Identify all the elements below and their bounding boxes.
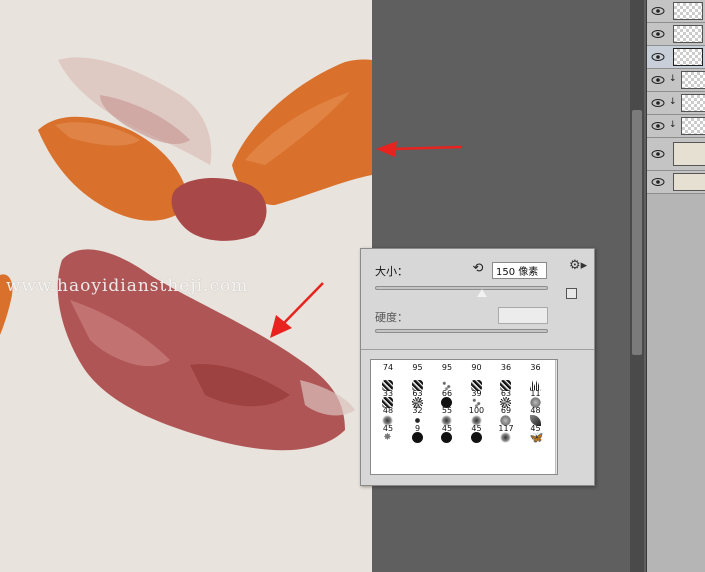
- brush-preset[interactable]: 9: [405, 414, 431, 433]
- brush-preset[interactable]: 11: [523, 379, 549, 398]
- brush-size-label: 95: [441, 363, 453, 372]
- brush-preset[interactable]: 45: [434, 414, 460, 433]
- eye-icon[interactable]: [651, 6, 665, 16]
- brush-preset[interactable]: 48: [375, 396, 401, 415]
- scrollbar-thumb[interactable]: [632, 110, 642, 355]
- layer-thumbnail: [673, 48, 703, 66]
- brush-preset[interactable]: 90: [464, 361, 490, 379]
- eye-icon[interactable]: [651, 121, 665, 131]
- brush-preset[interactable]: 63: [493, 379, 519, 398]
- brush-size-label: 95: [412, 363, 423, 372]
- layer-thumbnail: [673, 173, 705, 191]
- document-canvas[interactable]: www.haoyidianstheji.com: [0, 0, 372, 572]
- brush-preset[interactable]: 33: [375, 379, 401, 398]
- brush-preset[interactable]: 32: [405, 396, 431, 415]
- brush-preset[interactable]: [464, 431, 490, 449]
- layer-thumbnail: [681, 71, 705, 89]
- brush-tip-icon: 🦋: [529, 431, 544, 444]
- brush-preset[interactable]: 36: [493, 361, 519, 379]
- eye-icon[interactable]: [651, 52, 665, 62]
- clipping-mask-icon: ↓: [669, 74, 677, 84]
- brush-tip-icon: ✸: [383, 432, 392, 443]
- layer-row[interactable]: [647, 23, 705, 46]
- brush-preset[interactable]: 45: [523, 414, 549, 433]
- size-slider-thumb[interactable]: [477, 289, 488, 297]
- layer-row[interactable]: [647, 138, 705, 171]
- workspace-scrollbar[interactable]: [630, 0, 644, 572]
- layer-thumbnail: [673, 142, 705, 166]
- eye-icon[interactable]: [651, 75, 665, 85]
- brush-preset[interactable]: ✸: [375, 431, 401, 449]
- brush-tip-icon: [441, 432, 452, 443]
- brush-preset[interactable]: 69: [493, 396, 519, 415]
- brush-size-label: 74: [382, 363, 394, 372]
- scroll-down-icon[interactable]: ▼: [557, 465, 558, 473]
- layer-row[interactable]: [647, 0, 705, 23]
- brush-preset[interactable]: 66: [434, 379, 460, 398]
- hardness-label: 硬度：: [375, 311, 408, 324]
- new-preset-icon[interactable]: [566, 288, 577, 299]
- brush-tip-icon: [500, 432, 511, 443]
- divider: [361, 349, 594, 350]
- hardness-input[interactable]: [498, 307, 548, 324]
- brush-preset[interactable]: 55: [434, 396, 460, 415]
- clipping-mask-icon: ↓: [669, 120, 677, 130]
- brush-preset-picker: 大小： ⟲ ⚙▸ 硬度： 749595903636336366396311483…: [360, 248, 595, 486]
- brush-preset[interactable]: [434, 431, 460, 449]
- brush-preset[interactable]: [493, 431, 519, 449]
- preset-list-scrollbar[interactable]: ▲ ▼: [555, 360, 558, 474]
- brush-preset[interactable]: 48: [523, 396, 549, 415]
- layer-thumbnail: [681, 94, 705, 112]
- layer-thumbnail: [673, 25, 703, 43]
- layer-thumbnail: [681, 117, 705, 135]
- reset-icon[interactable]: ⟲: [470, 261, 486, 277]
- scroll-thumb[interactable]: [557, 417, 558, 433]
- brush-preset[interactable]: 117: [493, 414, 519, 433]
- brush-preset[interactable]: 39: [464, 379, 490, 398]
- brush-preset[interactable]: 36: [523, 361, 549, 379]
- brush-preset[interactable]: 95: [434, 361, 460, 379]
- eye-icon[interactable]: [651, 177, 665, 187]
- eye-icon[interactable]: [651, 149, 665, 159]
- brush-preset[interactable]: [405, 431, 431, 449]
- layer-row[interactable]: ↓: [647, 69, 705, 92]
- layer-thumbnail: [673, 2, 703, 20]
- layers-panel: ↓ ↓ ↓: [646, 0, 705, 572]
- brush-preset[interactable]: 100: [464, 396, 490, 415]
- layer-row[interactable]: ↓: [647, 92, 705, 115]
- brush-size-label: 90: [471, 363, 482, 372]
- layer-row[interactable]: ↓: [647, 115, 705, 138]
- brush-size-label: 36: [500, 363, 512, 372]
- arrow-right-stroke: [391, 145, 463, 151]
- eye-icon[interactable]: [651, 98, 665, 108]
- size-slider[interactable]: [375, 286, 548, 290]
- layer-row-selected[interactable]: [647, 46, 705, 69]
- brush-preset[interactable]: 74: [375, 361, 401, 379]
- brush-preset[interactable]: 95: [405, 361, 431, 379]
- layer-row[interactable]: [647, 171, 705, 194]
- brush-preset-list: 74 95 95 90 36 36 33 63 66 39 63 11 48 32 55 100 69 48 45 9…: [370, 359, 558, 475]
- clipping-mask-icon: ↓: [669, 97, 677, 107]
- arrow-right-head: [376, 141, 397, 157]
- gear-icon[interactable]: ⚙▸: [569, 258, 587, 273]
- size-input[interactable]: [492, 262, 547, 279]
- hardness-slider[interactable]: [375, 329, 548, 333]
- brush-preset[interactable]: 45: [464, 414, 490, 433]
- size-label: 大小：: [375, 265, 408, 278]
- brush-tip-icon: [411, 432, 423, 443]
- brush-size-label: 36: [530, 363, 541, 372]
- scroll-up-icon[interactable]: ▲: [557, 361, 558, 369]
- brush-preset[interactable]: 63: [405, 379, 431, 398]
- brush-preset[interactable]: 45: [375, 414, 401, 433]
- eye-icon[interactable]: [651, 29, 665, 39]
- watermark-text: www.haoyidianstheji.com: [6, 276, 249, 296]
- brush-tip-icon: [470, 432, 482, 443]
- brush-preset[interactable]: 🦋: [523, 431, 549, 449]
